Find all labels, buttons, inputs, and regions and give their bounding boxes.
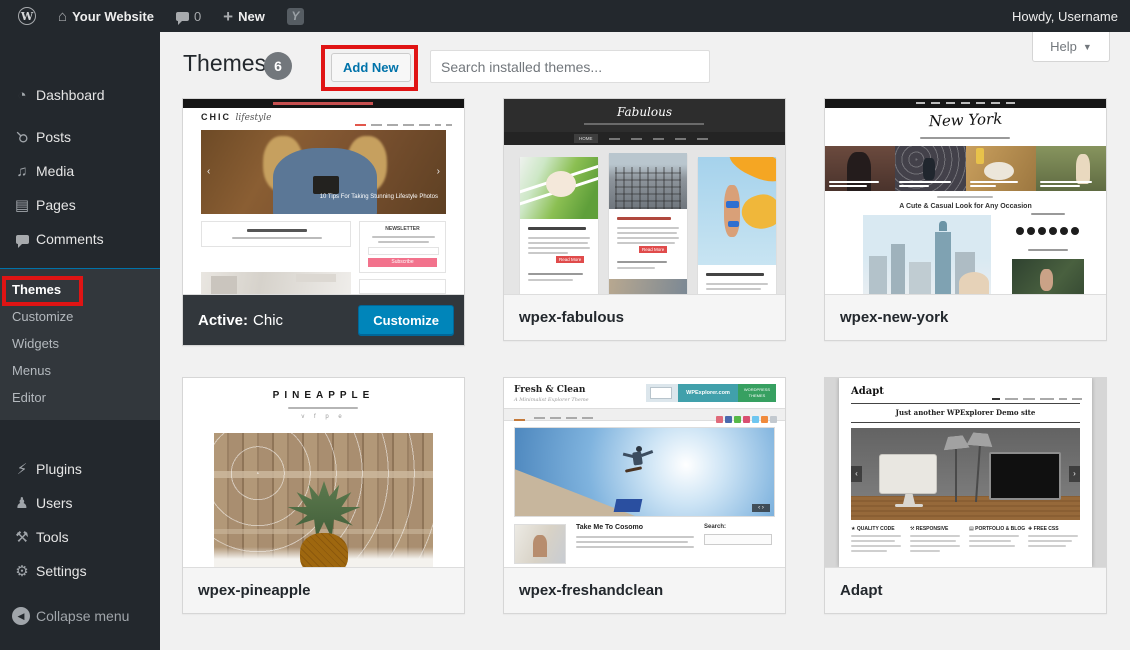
carousel-prev-icon: ‹ [207, 166, 210, 177]
theme-card-adapt[interactable]: Adapt Just another WPExplorer Demo site … [824, 377, 1107, 614]
collapse-arrow-icon: ◀ [12, 607, 30, 625]
comments-icon [12, 231, 32, 248]
page-title: Themes [183, 50, 266, 77]
theme-name-bar: wpex-new-york [825, 294, 1106, 340]
comment-count: 0 [194, 9, 201, 24]
ny-photo-4 [1036, 146, 1106, 191]
chevron-down-icon: ▼ [1083, 42, 1092, 52]
fc-search-input [704, 534, 772, 545]
sliders-icon: ⚙ [12, 562, 32, 580]
theme-name-bar: Adapt [825, 567, 1106, 613]
adapt-desk-photo: ‹ › [851, 428, 1080, 520]
yoast-icon: Y [287, 8, 304, 25]
ny-sidebar [1005, 213, 1090, 294]
site-name-label: Your Website [72, 9, 154, 24]
ny-city-photo [863, 215, 991, 294]
new-content-menu[interactable]: + New [215, 0, 273, 32]
submenu-item-customize[interactable]: Customize [0, 303, 160, 330]
theme-count-badge: 6 [264, 52, 292, 80]
theme-card-wpex-fabulous[interactable]: Fabulous HOME Read Mo [503, 98, 786, 341]
submenu-item-widgets[interactable]: Widgets [0, 330, 160, 357]
ny-photo-3 [966, 146, 1036, 191]
sidebar-item-tools[interactable]: ⚒Tools [0, 520, 160, 554]
chic-subscribe-button: Subscribe [368, 258, 437, 267]
help-dropdown[interactable]: Help ▼ [1032, 32, 1110, 62]
plus-icon: + [223, 8, 233, 25]
help-label: Help [1050, 39, 1077, 54]
theme-name-bar: wpex-freshandclean [504, 567, 785, 613]
yoast-menu[interactable]: Y [279, 0, 312, 32]
ny-photo-1 [825, 146, 895, 191]
fc-ad-banner: WPExplorer.com WORDPRESSTHEMES [646, 384, 776, 402]
active-prefix: Active: [198, 312, 248, 329]
pineapple-social-icons: v f p e [183, 414, 464, 420]
collapse-menu-button[interactable]: ◀Collapse menu [0, 599, 160, 633]
wordpress-logo-icon: W [18, 7, 36, 25]
wrench-icon: ⚒ [12, 528, 32, 546]
sidebar-item-media[interactable]: ♫Media [0, 154, 160, 188]
pin-icon: ⚲ [9, 124, 36, 151]
fc-skater-photo: ‹ › [514, 427, 775, 517]
sidebar-item-comments[interactable]: Comments [0, 222, 160, 256]
theme-preview-chic: CHIC lifestyle ‹ › 10 Tips For Taking St… [183, 99, 464, 294]
site-name-menu[interactable]: ⌂ Your Website [50, 0, 162, 32]
sidebar-item-posts[interactable]: ⚲Posts [0, 120, 160, 154]
pineapple-photo [214, 433, 433, 567]
submenu-item-editor[interactable]: Editor [0, 384, 160, 411]
fc-post-thumb [514, 524, 566, 564]
howdy-label: Howdy, Username [1012, 9, 1118, 24]
theme-preview-new-york: New York A Cute & Casual Look [825, 99, 1106, 294]
search-input[interactable] [430, 50, 710, 83]
fabulous-photo-hammock [520, 157, 598, 219]
new-label: New [238, 9, 265, 24]
plug-icon: ⚡ [12, 460, 32, 478]
sidebar-item-dashboard[interactable]: ◔Dashboard [0, 78, 160, 112]
fabulous-photo-building [609, 153, 687, 209]
user-icon: ♟ [12, 494, 32, 512]
media-icon: ♫ [12, 163, 32, 180]
theme-preview-adapt: Adapt Just another WPExplorer Demo site … [825, 378, 1106, 567]
submenu-item-menus[interactable]: Menus [0, 357, 160, 384]
active-theme-name: Chic [253, 312, 283, 329]
ny-social-icons [1005, 222, 1090, 240]
theme-card-wpex-freshandclean[interactable]: Fresh & Clean A Minimalist Explorer Them… [503, 377, 786, 614]
adapt-nav [987, 390, 1082, 408]
howdy-account-menu[interactable]: Howdy, Username [1012, 0, 1118, 32]
theme-card-chic[interactable]: CHIC lifestyle ‹ › 10 Tips For Taking St… [182, 98, 465, 346]
theme-name-bar: wpex-pineapple [183, 567, 464, 613]
sidebar-item-plugins[interactable]: ⚡Plugins [0, 452, 160, 486]
appearance-submenu: Themes Customize Widgets Menus Editor [0, 269, 160, 420]
home-icon: ⌂ [58, 8, 67, 25]
comment-bubble-icon [176, 12, 189, 21]
admin-bar: W ⌂ Your Website 0 + New Y Howdy, Userna… [0, 0, 1130, 32]
sidebar-item-pages[interactable]: ▤Pages [0, 188, 160, 222]
customize-button[interactable]: Customize [358, 305, 454, 336]
theme-preview-fabulous: Fabulous HOME Read Mo [504, 99, 785, 294]
pineapple-body [300, 533, 348, 567]
carousel-next-icon: › [437, 166, 440, 177]
ny-photo-2 [895, 146, 965, 191]
dashboard-icon: ◔ [12, 87, 32, 104]
wordpress-logo-menu[interactable]: W [10, 0, 44, 32]
submenu-item-themes[interactable]: Themes [0, 276, 160, 303]
theme-card-wpex-new-york[interactable]: New York A Cute & Casual Look [824, 98, 1107, 341]
sidebar-item-users[interactable]: ♟Users [0, 486, 160, 520]
active-theme-bar: Active: Chic Customize [183, 294, 464, 345]
theme-preview-pineapple: PINEAPPLE v f p e [183, 378, 464, 567]
fc-carousel-arrows: ‹ › [752, 504, 770, 512]
comments-admin-bar[interactable]: 0 [168, 0, 209, 32]
theme-name-bar: wpex-fabulous [504, 294, 785, 340]
adapt-prev-icon: ‹ [851, 466, 862, 482]
fabulous-photo-beach [698, 157, 776, 265]
theme-preview-freshandclean: Fresh & Clean A Minimalist Explorer Them… [504, 378, 785, 567]
sidebar-item-settings[interactable]: ⚙Settings [0, 554, 160, 588]
chic-newsletter-box: NEWSLETTER Subscribe [359, 221, 446, 273]
chic-hero-image: ‹ › 10 Tips For Taking Stunning Lifestyl… [201, 130, 446, 214]
theme-card-wpex-pineapple[interactable]: PINEAPPLE v f p e wpex-pineapple [182, 377, 465, 614]
adapt-next-icon: › [1069, 466, 1080, 482]
add-new-button[interactable]: Add New [331, 53, 411, 82]
ny-about-photo [1012, 259, 1084, 294]
admin-sidebar: ◔Dashboard ⚲Posts ♫Media ▤Pages Comments… [0, 32, 160, 650]
pages-icon: ▤ [12, 196, 32, 214]
